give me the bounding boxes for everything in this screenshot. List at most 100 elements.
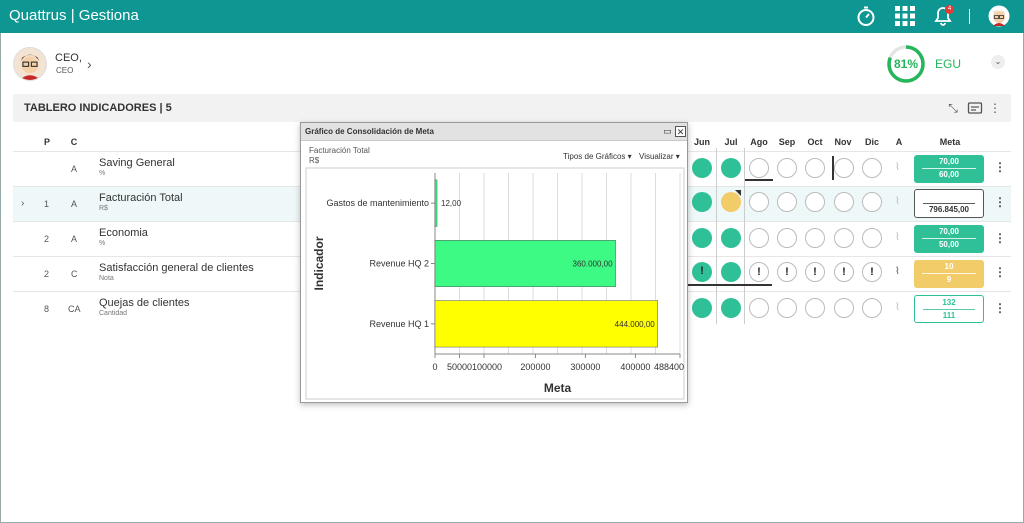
status-circle[interactable] <box>862 228 882 248</box>
status-circle[interactable] <box>721 298 741 318</box>
meta-value[interactable]: 70,00 60,00 <box>914 155 984 183</box>
status-circle[interactable] <box>692 158 712 178</box>
brand[interactable]: Quattrus | Gestiona <box>9 7 139 24</box>
col-header-dic: Dic <box>864 137 879 147</box>
chevron-right-icon[interactable]: › <box>87 56 92 72</box>
status-circle[interactable]: ! <box>834 262 854 282</box>
warning-icon: ! <box>785 266 789 278</box>
status-circle[interactable] <box>805 228 825 248</box>
period-marker <box>745 179 773 181</box>
status-circle[interactable] <box>777 298 797 318</box>
user-avatar-icon[interactable] <box>988 5 1010 27</box>
status-circle[interactable]: ! <box>862 262 882 282</box>
x-tick-label: 50000100000 <box>447 362 502 372</box>
col-header-meta: Meta <box>939 137 961 147</box>
indicator-name[interactable]: Facturación Total <box>99 192 183 204</box>
maximize-icon[interactable]: ▭ <box>662 126 673 137</box>
chart-popup-window[interactable]: Gráfico de Consolidación de Meta ▭ ✕ Fac… <box>300 122 688 403</box>
status-circle[interactable] <box>834 228 854 248</box>
status-circle[interactable] <box>692 192 712 212</box>
user-role: CEO <box>56 66 74 75</box>
meta-value[interactable]: 132 111 <box>914 295 984 323</box>
status-circle[interactable] <box>721 262 741 282</box>
meta-divider <box>923 309 975 310</box>
warning-icon: ! <box>813 266 817 278</box>
popup-indicator: Facturación Total <box>309 146 370 155</box>
stopwatch-icon[interactable] <box>855 5 877 27</box>
status-circle[interactable] <box>749 158 769 178</box>
meta-actual: 796.845,00 <box>928 205 970 214</box>
chart-types-menu[interactable]: Tipos de Gráficos ▾ <box>563 152 632 161</box>
col-header-jun: Jun <box>693 137 710 147</box>
status-circle[interactable]: ! <box>777 262 797 282</box>
status-circle[interactable] <box>692 298 712 318</box>
col-header-c[interactable]: C <box>69 137 79 147</box>
status-circle[interactable] <box>749 228 769 248</box>
apps-grid-icon[interactable] <box>894 5 916 27</box>
status-circle[interactable] <box>749 298 769 318</box>
meta-value[interactable]: 70,00 50,00 <box>914 225 984 253</box>
indicator-name[interactable]: Quejas de clientes <box>99 297 190 309</box>
row-menu-icon[interactable]: ⋮ <box>994 195 1006 209</box>
row-menu-icon[interactable]: ⋮ <box>994 301 1006 315</box>
status-circle[interactable] <box>862 298 882 318</box>
status-circle[interactable] <box>749 192 769 212</box>
brand-name: Quattrus <box>9 7 67 24</box>
status-circle[interactable]: ! <box>749 262 769 282</box>
status-circle[interactable] <box>777 158 797 178</box>
indicator-name[interactable]: Satisfacción general de clientes <box>99 262 254 274</box>
meta-actual: 9 <box>946 275 952 284</box>
status-circle[interactable] <box>805 192 825 212</box>
row-menu-icon[interactable]: ⋮ <box>994 231 1006 245</box>
popup-title-bar[interactable]: Gráfico de Consolidación de Meta ▭ ✕ <box>301 123 687 141</box>
y-axis-title: Indicador <box>312 236 326 290</box>
indicator-unit: Cantidad <box>99 310 128 317</box>
col-header-jul: Jul <box>724 137 738 147</box>
attachment-icon[interactable]: ⌇ <box>895 302 900 313</box>
attachment-icon[interactable]: ⌇ <box>895 162 900 173</box>
user-name: CEO, <box>55 52 82 64</box>
close-icon[interactable]: ✕ <box>675 126 686 137</box>
card-view-icon[interactable] <box>967 100 983 116</box>
user-avatar[interactable] <box>13 47 47 81</box>
status-circle[interactable] <box>777 228 797 248</box>
meta-actual: 50,00 <box>938 240 960 249</box>
status-circle[interactable] <box>834 158 854 178</box>
row-menu-icon[interactable]: ⋮ <box>994 160 1006 174</box>
row-p: 2 <box>44 269 50 279</box>
meta-value[interactable]: 796.845,00 <box>914 189 984 218</box>
status-circle[interactable] <box>834 192 854 212</box>
x-tick-label: 400000 <box>620 362 650 372</box>
col-header-p[interactable]: P <box>42 137 52 147</box>
x-tick-label: 0 <box>432 362 437 372</box>
indicator-name[interactable]: Economia <box>99 227 148 239</box>
more-options-icon[interactable]: ⋮ <box>987 100 1003 116</box>
status-circle[interactable]: ! <box>805 262 825 282</box>
attachment-icon[interactable]: ⌇ <box>895 232 900 243</box>
meta-value[interactable]: 10 9 <box>914 260 984 288</box>
status-circle[interactable]: ! <box>692 262 712 282</box>
indicator-name[interactable]: Saving General <box>99 157 175 169</box>
meta-divider <box>922 168 976 169</box>
status-circle[interactable] <box>805 158 825 178</box>
status-circle[interactable] <box>721 158 741 178</box>
status-circle[interactable] <box>834 298 854 318</box>
data-label: 12,00 <box>441 199 462 208</box>
chevron-down-icon[interactable]: ⌄ <box>991 55 1005 69</box>
view-menu[interactable]: Visualizar ▾ <box>639 152 680 161</box>
row-menu-icon[interactable]: ⋮ <box>994 265 1006 279</box>
period-marker <box>688 284 772 286</box>
attachment-icon[interactable]: ⌇ <box>895 266 900 277</box>
status-circle[interactable] <box>862 192 882 212</box>
chevron-right-icon[interactable]: › <box>21 198 24 209</box>
data-label: 444.000,00 <box>615 320 656 329</box>
status-circle[interactable] <box>692 228 712 248</box>
status-circle[interactable] <box>862 158 882 178</box>
status-circle[interactable] <box>777 192 797 212</box>
x-tick-label: 300000 <box>570 362 600 372</box>
collapse-icon[interactable]: ⤡ <box>945 100 961 116</box>
status-circle[interactable] <box>721 228 741 248</box>
attachment-icon[interactable]: ⌇ <box>895 196 900 207</box>
data-label: 360.000,00 <box>573 260 614 269</box>
status-circle[interactable] <box>805 298 825 318</box>
